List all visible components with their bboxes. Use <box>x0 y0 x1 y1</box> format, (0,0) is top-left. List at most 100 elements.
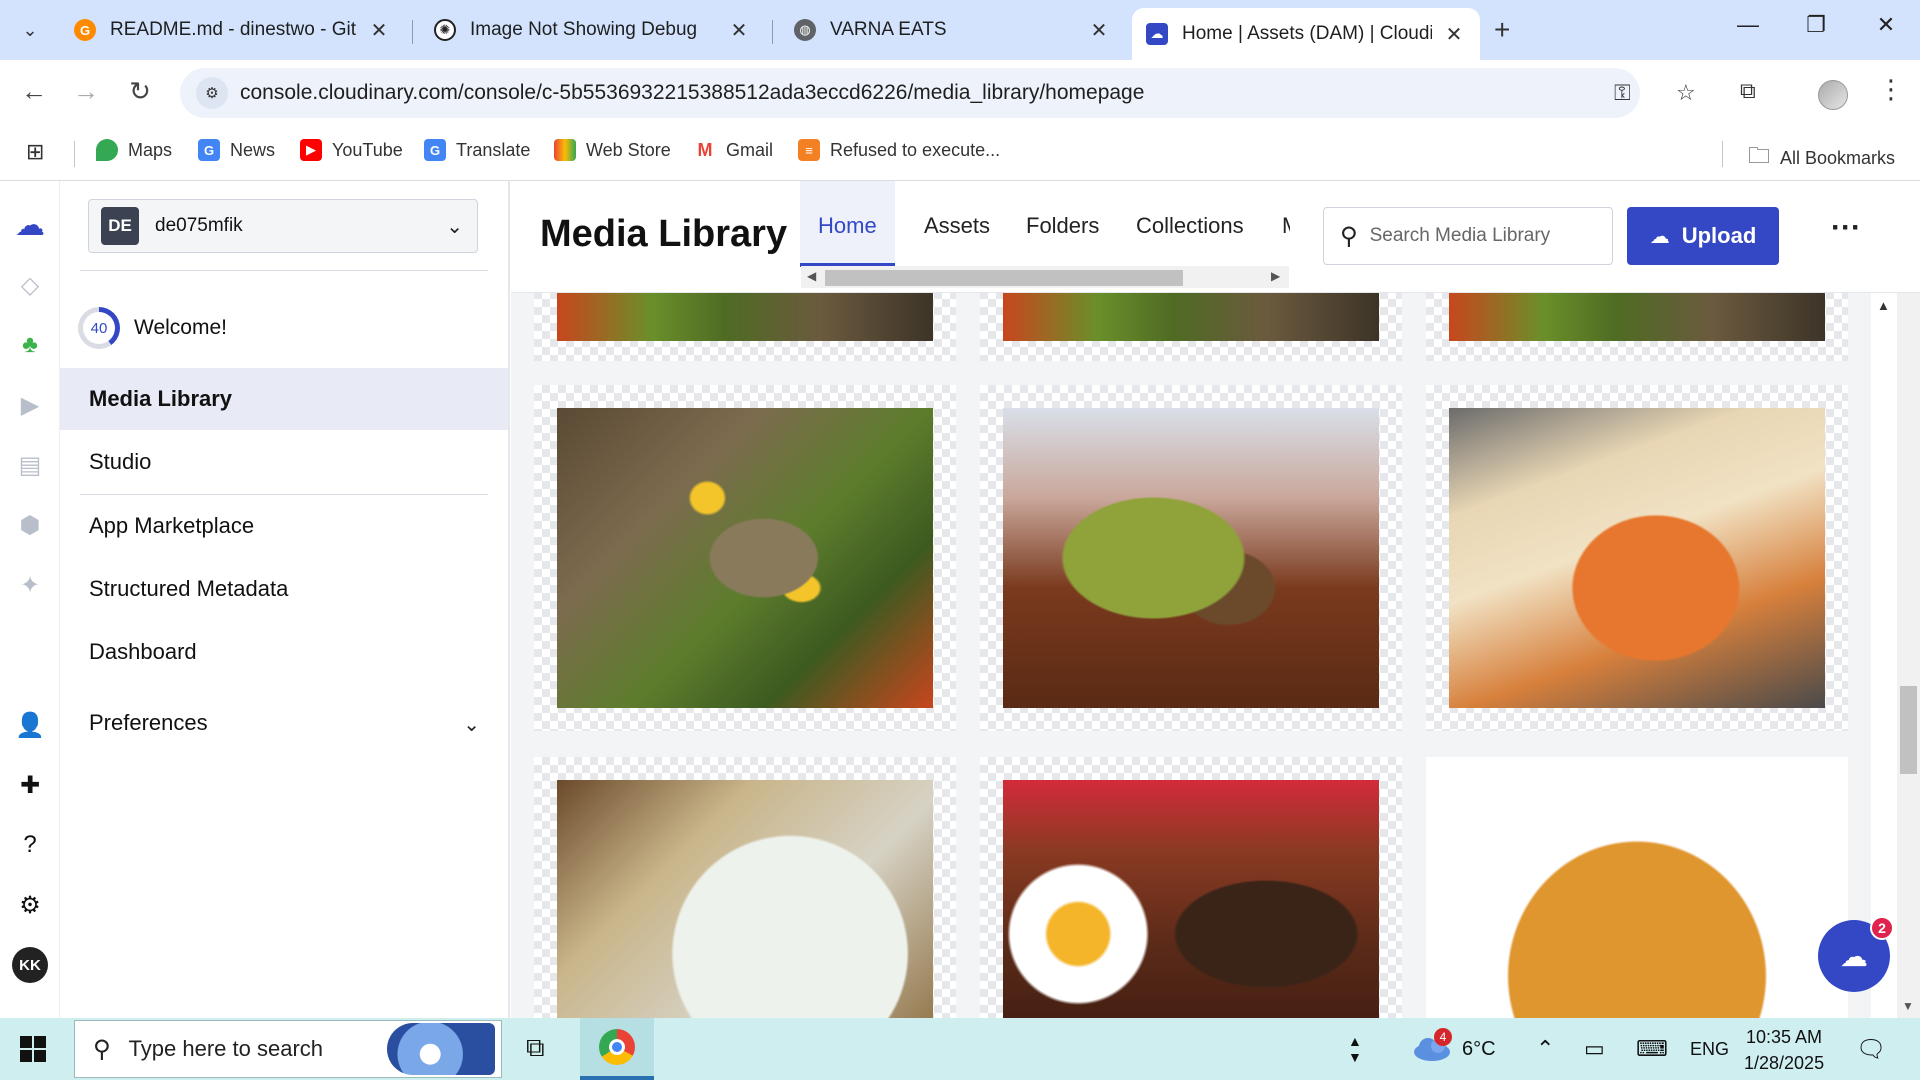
extensions-icon[interactable]: ⧉ <box>1740 78 1756 104</box>
sidebar-item-structured-metadata[interactable]: Structured Metadata <box>60 558 508 620</box>
window-close-icon[interactable]: ✕ <box>1866 12 1906 38</box>
scroll-left-icon[interactable]: ◀ <box>807 269 816 283</box>
tab-collections[interactable]: Collections <box>1136 213 1244 239</box>
scroll-down-icon[interactable]: ▼ <box>1902 999 1914 1013</box>
all-bookmarks-button[interactable]: 🗀 All Bookmarks <box>1748 139 1895 177</box>
asset-thumbnail[interactable] <box>557 780 933 1018</box>
taskbar-chrome[interactable] <box>580 1018 654 1080</box>
apps-grid-icon[interactable]: ⊞ <box>26 139 44 165</box>
scroll-right-icon[interactable]: ▶ <box>1271 269 1280 283</box>
language-indicator[interactable]: ENG <box>1690 1018 1729 1080</box>
support-chat-button[interactable]: ☁ 2 <box>1818 916 1894 992</box>
task-view-icon[interactable]: ⧉ <box>526 1032 545 1064</box>
browser-tab-gitpod[interactable]: G README.md - dinestwo - Gitpod ✕ <box>60 8 405 52</box>
asset-thumbnail[interactable] <box>557 293 933 341</box>
tray-scroll-arrows[interactable]: ▲ ▼ <box>1348 1018 1362 1080</box>
close-icon[interactable]: ✕ <box>1087 18 1111 43</box>
scroll-up-icon[interactable]: ▲ <box>1877 298 1890 313</box>
address-bar[interactable]: ⚙ console.cloudinary.com/console/c-5b553… <box>180 68 1696 118</box>
more-options-icon[interactable]: ··· <box>1831 211 1861 245</box>
asset-card[interactable] <box>1426 385 1848 731</box>
windows-start-icon[interactable] <box>20 1036 46 1062</box>
site-info-icon[interactable]: ⚙ <box>196 77 228 109</box>
reload-icon[interactable]: ↻ <box>122 76 158 107</box>
puzzle-icon[interactable]: ✚ <box>12 767 48 803</box>
asset-thumbnail[interactable] <box>1003 293 1379 341</box>
layers-icon[interactable]: ▤ <box>12 447 48 483</box>
tab-assets[interactable]: Assets <box>924 213 990 239</box>
search-input[interactable] <box>1369 225 1590 247</box>
temperature[interactable]: 6°C <box>1462 1018 1496 1080</box>
welcome-item[interactable]: 40 Welcome! <box>78 307 227 349</box>
taskbar-clock[interactable]: 10:35 AM 1/28/2025 <box>1744 1024 1824 1076</box>
tabs-horizontal-scrollbar[interactable]: ◀ ▶ <box>801 266 1289 288</box>
asset-card[interactable] <box>980 293 1402 361</box>
notifications-icon[interactable]: 🗨 <box>1856 1018 1886 1080</box>
taskbar-search[interactable]: ⚲ Type here to search <box>74 1020 502 1078</box>
sidebar-item-preferences[interactable]: Preferences ⌄ <box>60 692 508 754</box>
sidebar-item-studio[interactable]: Studio <box>60 431 508 493</box>
asset-thumbnail[interactable] <box>557 408 933 708</box>
user-avatar[interactable]: KK <box>12 947 48 983</box>
add-user-icon[interactable]: 👤 <box>12 707 48 743</box>
bookmark-youtube[interactable]: ▶ YouTube <box>300 139 403 161</box>
close-icon[interactable]: ✕ <box>727 18 751 43</box>
upload-button[interactable]: ☁ Upload <box>1627 207 1779 265</box>
help-icon[interactable]: ? <box>12 827 48 863</box>
profile-avatar[interactable] <box>1818 80 1848 110</box>
keyboard-icon[interactable]: ⌨ <box>1636 1018 1668 1080</box>
minimize-icon[interactable]: — <box>1728 12 1768 38</box>
asset-thumbnail[interactable] <box>1449 293 1825 341</box>
account-selector[interactable]: DE de075mfik ⌄ <box>88 199 478 253</box>
show-hidden-icons-icon[interactable]: ⌃ <box>1536 1018 1554 1080</box>
bookmark-news[interactable]: G News <box>198 139 275 161</box>
asset-thumbnail[interactable] <box>1449 408 1825 708</box>
asset-card[interactable] <box>980 385 1402 731</box>
asset-card[interactable] <box>534 757 956 1018</box>
page-vertical-scrollbar[interactable]: ▲ ▼ <box>1897 181 1920 1018</box>
ai-spark-icon[interactable]: ✦ <box>12 567 48 603</box>
asset-thumbnail[interactable] <box>1003 408 1379 708</box>
tab-more[interactable]: M <box>1282 213 1290 239</box>
new-tab-button[interactable]: + <box>1494 14 1510 46</box>
close-icon[interactable]: ✕ <box>367 18 391 43</box>
scrollbar-thumb[interactable] <box>1900 686 1917 774</box>
bookmark-gmail[interactable]: M Gmail <box>694 139 773 161</box>
tab-home[interactable]: Home <box>818 213 877 239</box>
forward-icon[interactable]: → <box>68 76 104 107</box>
browser-tab-image-debug[interactable]: ✺ Image Not Showing Debug ✕ <box>420 8 765 52</box>
assets-clover-icon[interactable]: ♣ <box>12 327 48 363</box>
asset-thumbnail[interactable] <box>1449 780 1825 1018</box>
close-icon[interactable]: ✕ <box>1442 22 1466 47</box>
sidebar-item-app-marketplace[interactable]: App Marketplace <box>60 495 508 557</box>
bookmark-maps[interactable]: Maps <box>96 139 172 161</box>
browser-tab-cloudinary[interactable]: ☁ Home | Assets (DAM) | Cloudinary ✕ <box>1132 8 1480 60</box>
scrollbar-thumb[interactable] <box>825 270 1183 286</box>
bookmark-translate[interactable]: G Translate <box>424 139 530 161</box>
video-icon[interactable]: ▶ <box>12 387 48 423</box>
hexagon-icon[interactable]: ⬢ <box>12 507 48 543</box>
back-icon[interactable]: ← <box>16 76 52 107</box>
asset-card[interactable] <box>534 293 956 361</box>
sidebar-item-media-library[interactable]: Media Library <box>60 368 508 430</box>
programmable-media-icon[interactable]: ◇ <box>12 267 48 303</box>
settings-gear-icon[interactable]: ⚙ <box>12 887 48 923</box>
search-media-library[interactable]: ⚲ <box>1323 207 1613 265</box>
browser-tab-varna-eats[interactable]: ◍ VARNA EATS ✕ <box>780 8 1125 52</box>
url-text[interactable]: console.cloudinary.com/console/c-5b55369… <box>240 81 1144 105</box>
asset-card[interactable] <box>534 385 956 731</box>
bookmark-refused-to-execute[interactable]: ≡ Refused to execute... <box>798 139 1000 161</box>
asset-card[interactable] <box>1426 757 1848 1018</box>
battery-icon[interactable]: ▭ <box>1584 1018 1605 1080</box>
browser-menu-icon[interactable]: ⋮ <box>1878 74 1904 105</box>
cloudinary-logo-icon[interactable]: ☁ <box>12 207 48 243</box>
restore-icon[interactable]: ❐ <box>1796 12 1836 38</box>
tab-folders[interactable]: Folders <box>1026 213 1099 239</box>
bookmark-web-store[interactable]: Web Store <box>554 139 671 161</box>
asset-card[interactable] <box>1426 293 1848 361</box>
bookmark-star-icon[interactable]: ☆ <box>1676 80 1696 106</box>
tab-search-button[interactable]: ⌄ <box>10 12 50 48</box>
password-key-icon[interactable]: ⚿ <box>1614 80 1631 106</box>
asset-thumbnail[interactable] <box>1003 780 1379 1018</box>
asset-card[interactable] <box>980 757 1402 1018</box>
